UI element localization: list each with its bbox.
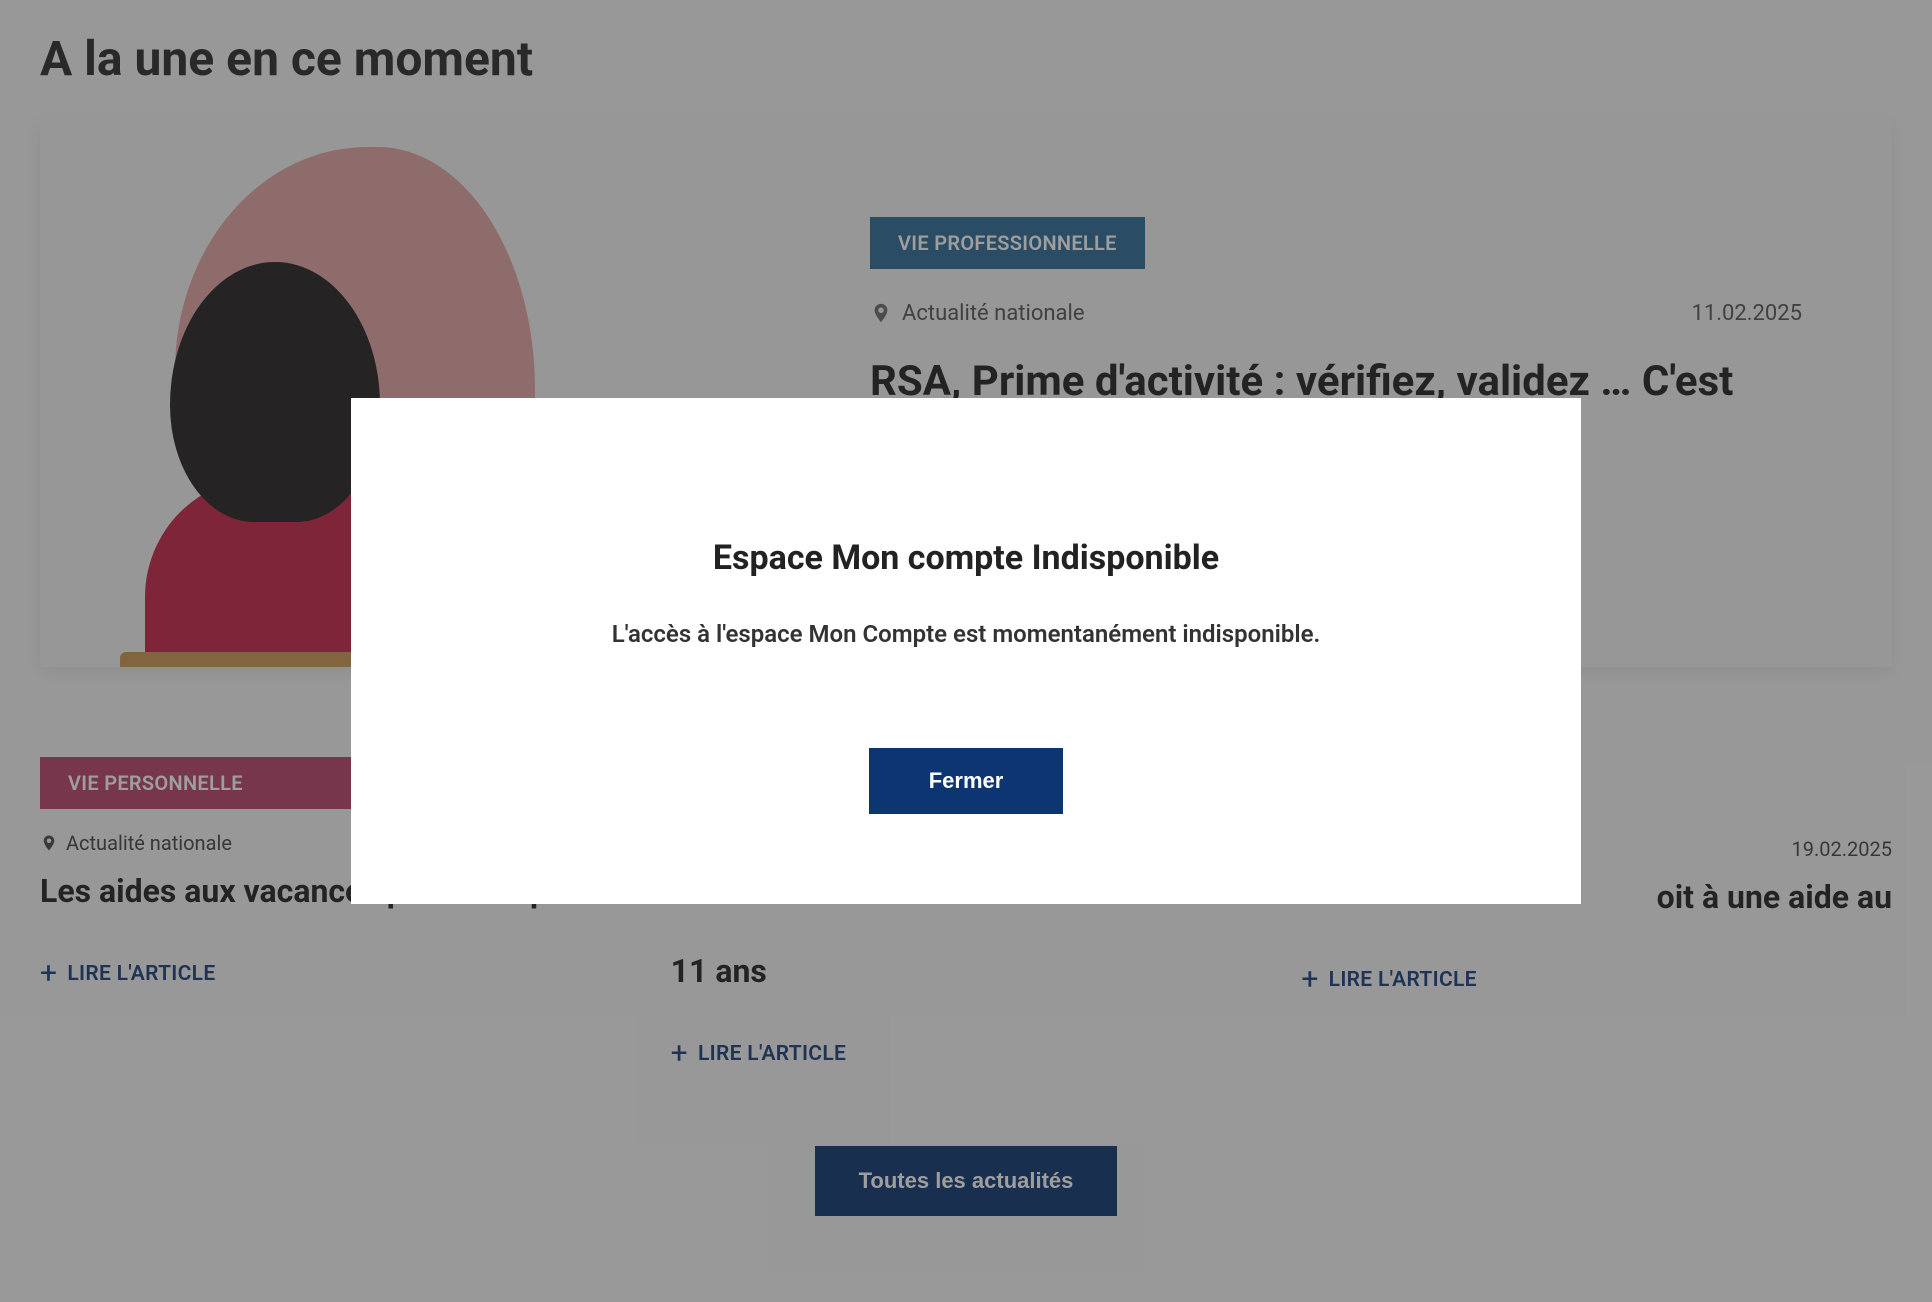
modal-overlay: Espace Mon compte Indisponible L'accès à… (0, 0, 1932, 1302)
unavailable-modal: Espace Mon compte Indisponible L'accès à… (351, 398, 1581, 904)
modal-title: Espace Mon compte Indisponible (431, 538, 1501, 578)
modal-body-text: L'accès à l'espace Mon Compte est moment… (431, 620, 1501, 648)
modal-close-button[interactable]: Fermer (869, 748, 1064, 814)
